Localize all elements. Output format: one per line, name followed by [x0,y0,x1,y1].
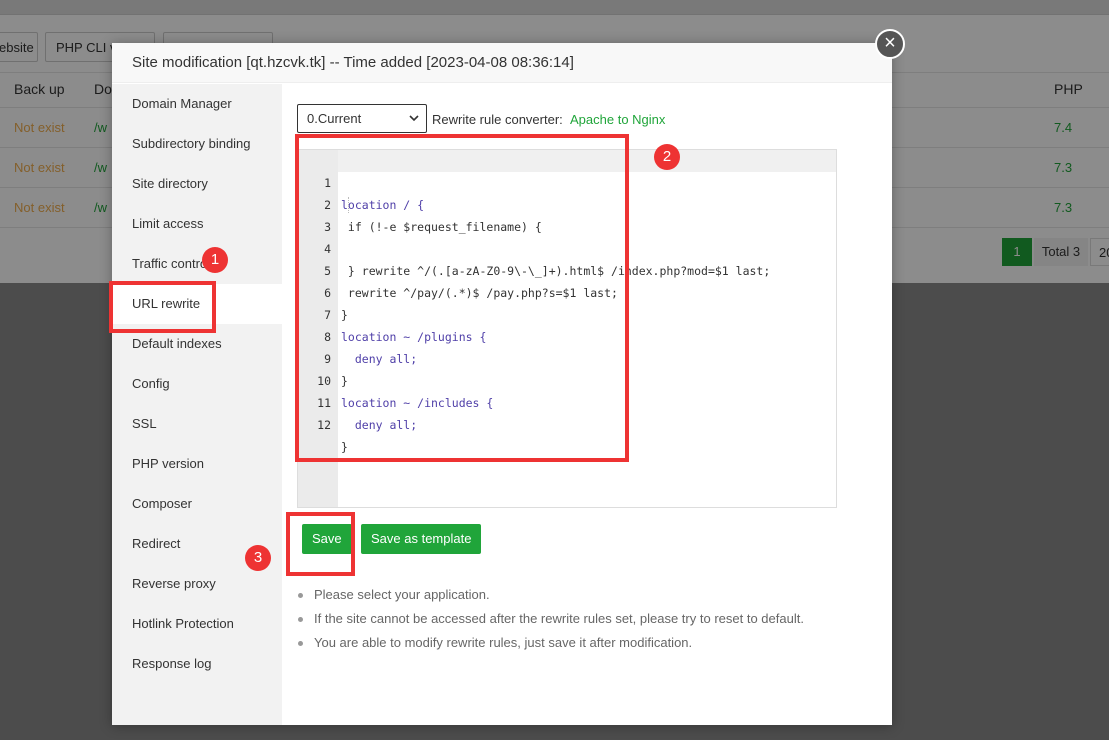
line-number: 12 [317,418,331,432]
save-button[interactable]: Save [302,524,352,554]
code-line-text: deny all; [341,418,418,432]
code-line: 8 deny all; [298,304,836,366]
dialog-title: Site modification [qt.hzcvk.tk] -- Time … [112,43,892,83]
sidebar-item-traffic-control[interactable]: Traffic control [112,244,282,284]
sidebar-item-hotlink-protection[interactable]: Hotlink Protection [112,604,282,644]
code-line: 12 } [298,392,836,454]
code-line: 2 if (!-e $request_filename) { [298,172,836,234]
sidebar-item-url-rewrite[interactable]: URL rewrite [112,284,282,324]
sidebar-item-default-indexes[interactable]: Default indexes [112,324,282,364]
code-line: 1 location / { [298,150,836,212]
code-line: 3 rewrite ^/(.[a-zA-Z0-9\-\_]+).html$ /i… [298,194,836,278]
rewrite-tips-list: Please select your application. If the s… [297,583,857,655]
close-icon: × [884,32,896,54]
chevron-down-icon [408,105,420,142]
code-line: 4 } [298,216,836,278]
tip-text: You are able to modify rewrite rules, ju… [314,635,693,650]
sidebar-item-response-log[interactable]: Response log [112,644,282,684]
code-line: 7 location ~ /plugins { [298,282,836,344]
sidebar-item-ssl[interactable]: SSL [112,404,282,444]
sidebar-item-site-directory[interactable]: Site directory [112,164,282,204]
site-modification-dialog: Site modification [qt.hzcvk.tk] -- Time … [112,43,892,725]
tip-item: If the site cannot be accessed after the… [297,607,857,631]
tip-text: Please select your application. [314,587,490,602]
tip-item: Please select your application. [297,583,857,607]
bullet-icon [298,593,303,598]
step-badge: 3 [245,545,271,571]
rewrite-template-select-value: 0.Current [307,111,362,126]
step-badge: 2 [654,144,680,170]
code-line: 6 } [298,260,836,322]
tip-text: If the site cannot be accessed after the… [314,611,804,626]
sidebar-item-composer[interactable]: Composer [112,484,282,524]
step-badge: 1 [202,247,228,273]
code-line: 5 rewrite ^/pay/(.*)$ /pay.php?s=$1 last… [298,238,836,300]
save-as-template-button[interactable]: Save as template [361,524,482,554]
rewrite-template-select[interactable]: 0.Current [297,104,427,133]
indent-guide [348,197,350,213]
rewrite-converter-label: Rewrite rule converter: [432,112,563,127]
code-line: 11 deny all; [298,370,836,432]
code-line: 10 location ~ /includes { [298,348,836,410]
settings-sidebar: Domain Manager Subdirectory binding Site… [112,84,282,725]
sidebar-item-domain-manager[interactable]: Domain Manager [112,84,282,124]
code-line: 9 } [298,326,836,388]
apache-to-nginx-link[interactable]: Apache to Nginx [570,112,665,127]
sidebar-item-config[interactable]: Config [112,364,282,404]
close-dialog-button[interactable]: × [875,29,905,59]
bullet-icon [298,617,303,622]
sidebar-item-php-version[interactable]: PHP version [112,444,282,484]
code-line-text: } [341,440,348,454]
sidebar-item-subdirectory-binding[interactable]: Subdirectory binding [112,124,282,164]
tip-item: You are able to modify rewrite rules, ju… [297,631,857,655]
bullet-icon [298,641,303,646]
sidebar-item-limit-access[interactable]: Limit access [112,204,282,244]
rewrite-code-editor[interactable]: 1 location / { 2 if (!-e $request_filena… [297,149,837,508]
